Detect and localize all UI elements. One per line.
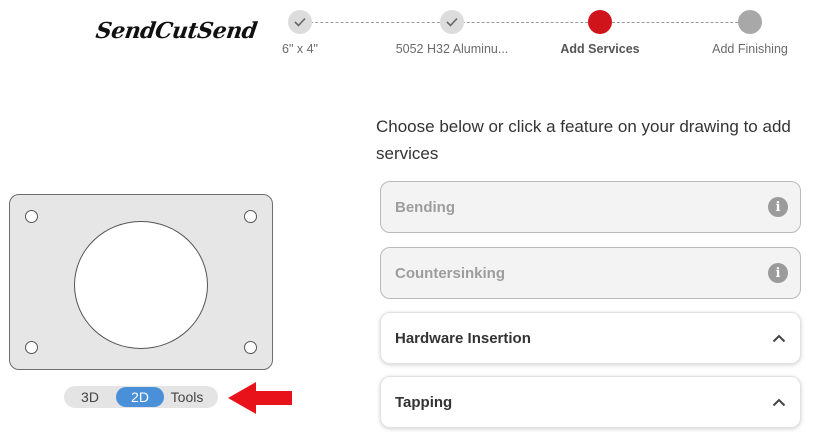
mounting-hole[interactable] [25,210,38,223]
service-label: Hardware Insertion [395,329,531,347]
center-cutout[interactable] [74,221,208,349]
mounting-hole[interactable] [244,341,257,354]
pending-step-dot [738,10,762,34]
services-instructions: Choose below or click a feature on your … [376,117,791,163]
service-countersinking[interactable]: Countersinking i [380,247,801,299]
check-icon [440,10,464,34]
info-icon[interactable]: i [768,263,788,283]
chevron-up-icon[interactable] [770,393,788,411]
step-add-finishing[interactable]: Add Finishing [680,10,813,56]
current-step-dot [588,10,612,34]
view-3d-button[interactable]: 3D [64,387,116,407]
step-material[interactable]: 5052 H32 Aluminu... [382,10,522,56]
step-label: Add Services [560,42,640,56]
step-add-services[interactable]: Add Services [530,10,670,56]
step-label: 6" x 4" [282,42,318,56]
service-label: Bending [395,198,455,216]
progress-stepper: 6" x 4" 5052 H32 Aluminu... Add Services… [270,10,810,60]
info-icon[interactable]: i [768,197,788,217]
annotation-arrow-icon [228,382,292,414]
service-label: Countersinking [395,264,506,282]
service-bending[interactable]: Bending i [380,181,801,233]
view-tools-button[interactable]: Tools [164,387,210,407]
view-mode-toggle: 3D 2D Tools [64,386,218,408]
service-hardware-insertion[interactable]: Hardware Insertion [380,312,801,364]
mounting-hole[interactable] [244,210,257,223]
check-icon [288,10,312,34]
step-label: 5052 H32 Aluminu... [395,42,509,56]
view-2d-button[interactable]: 2D [116,387,164,407]
step-label: Add Finishing [712,42,788,56]
service-label: Tapping [395,393,453,411]
step-size[interactable]: 6" x 4" [230,10,370,56]
mounting-hole[interactable] [25,341,38,354]
part-drawing-preview[interactable] [9,194,273,370]
service-tapping[interactable]: Tapping [380,376,801,428]
chevron-up-icon[interactable] [770,329,788,347]
